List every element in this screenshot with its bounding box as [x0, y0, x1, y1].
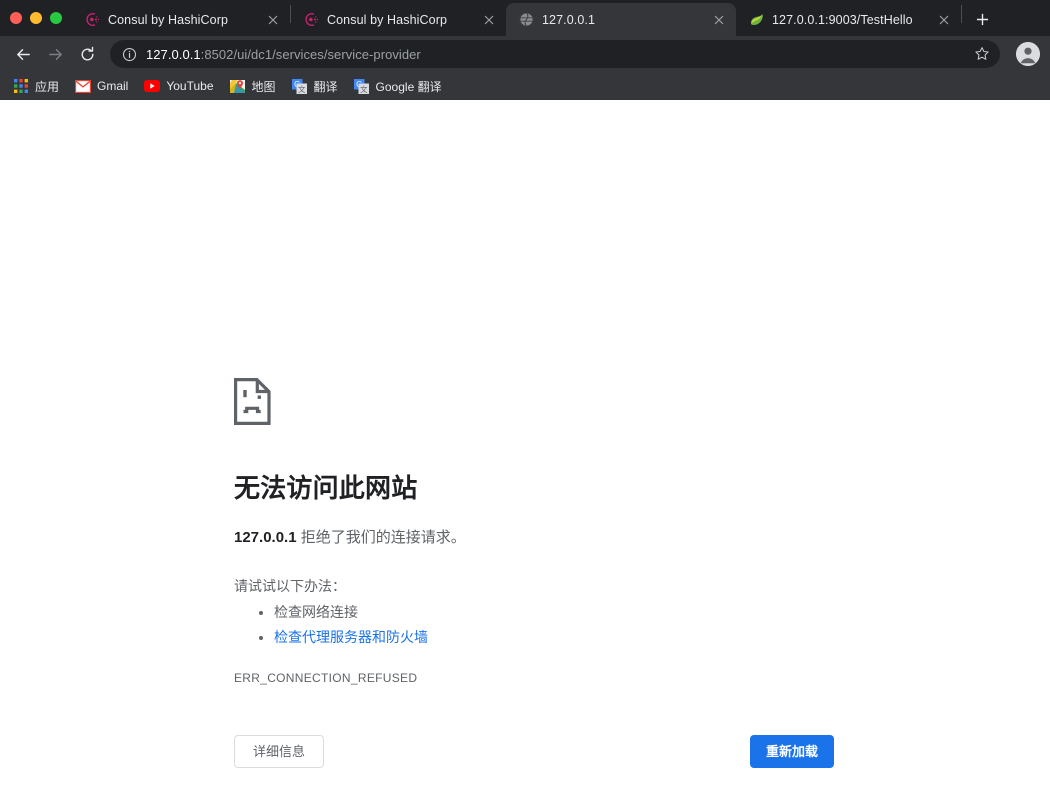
browser-tab-1[interactable]: Consul by HashiCorp: [72, 3, 290, 36]
bookmark-label: YouTube: [166, 79, 214, 93]
svg-text:文: 文: [298, 83, 306, 93]
bookmark-star-icon[interactable]: [970, 46, 994, 62]
tab-title: 127.0.0.1:9003/TestHello: [772, 12, 913, 27]
proxy-firewall-link[interactable]: 检查代理服务器和防火墙: [274, 629, 428, 645]
window-close-button[interactable]: [10, 12, 22, 24]
error-button-row: 详细信息 重新加载: [234, 735, 834, 769]
suggestions-list: 检查网络连接 检查代理服务器和防火墙: [234, 600, 834, 649]
info-circle-icon[interactable]: [120, 47, 138, 62]
tab-close-button[interactable]: [710, 11, 728, 29]
bookmark-maps[interactable]: 地图: [223, 75, 283, 98]
bookmark-label: 地图: [251, 79, 276, 94]
address-bar-text: 127.0.0.1:8502/ui/dc1/services/service-p…: [146, 47, 970, 62]
bookmark-google-translate[interactable]: G 文 Google 翻译: [347, 75, 449, 98]
profile-avatar[interactable]: [1016, 42, 1040, 66]
globe-icon: [518, 12, 534, 28]
tab-strip: Consul by HashiCorp Consul by HashiCorp …: [0, 0, 1050, 36]
maps-icon: [230, 78, 246, 94]
tab-title: Consul by HashiCorp: [327, 12, 448, 27]
error-page: 无法访问此网站 127.0.0.1 拒绝了我们的连接请求。 请试试以下办法： 检…: [234, 378, 834, 769]
tab-separator: [961, 5, 962, 23]
bookmark-label: 应用: [35, 79, 60, 94]
bookmarks-bar: 应用 Gmail YouTube 地图 文 翻译 文 Google 翻译: [0, 72, 1050, 100]
suggestions-title: 请试试以下办法：: [234, 578, 346, 594]
consul-icon: [84, 12, 100, 28]
tab-close-button[interactable]: [480, 11, 498, 29]
youtube-icon: [144, 78, 161, 94]
bookmark-youtube[interactable]: YouTube: [137, 75, 220, 97]
list-item[interactable]: 检查代理服务器和防火墙: [274, 625, 834, 650]
forward-button[interactable]: [40, 39, 70, 69]
address-bar-host: 127.0.0.1: [146, 46, 201, 62]
tab-title: 127.0.0.1: [542, 12, 596, 27]
translate-icon: G 文: [354, 78, 370, 94]
window-maximize-button[interactable]: [50, 12, 62, 24]
browser-tab-2[interactable]: Consul by HashiCorp: [291, 3, 506, 36]
bookmark-gmail[interactable]: Gmail: [68, 75, 135, 97]
reload-page-button[interactable]: 重新加载: [749, 735, 834, 769]
bookmark-translate[interactable]: G 文 翻译: [285, 75, 345, 98]
spring-leaf-icon: [748, 12, 764, 28]
reload-button[interactable]: [72, 39, 102, 69]
tab-title: Consul by HashiCorp: [108, 12, 229, 27]
svg-text:文: 文: [360, 83, 368, 93]
address-bar[interactable]: 127.0.0.1:8502/ui/dc1/services/service-p…: [110, 40, 1000, 68]
error-summary-host: 127.0.0.1: [234, 528, 297, 546]
browser-chrome: Consul by HashiCorp Consul by HashiCorp …: [0, 0, 1050, 100]
consul-icon: [303, 12, 319, 28]
tab-close-button[interactable]: [935, 11, 953, 29]
translate-icon: G 文: [292, 78, 308, 94]
page-content: 无法访问此网站 127.0.0.1 拒绝了我们的连接请求。 请试试以下办法： 检…: [0, 100, 1050, 791]
new-tab-button[interactable]: [968, 5, 996, 33]
window-controls: [0, 0, 72, 36]
bookmark-apps[interactable]: 应用: [6, 75, 66, 98]
browser-toolbar: 127.0.0.1:8502/ui/dc1/services/service-p…: [0, 36, 1050, 72]
address-bar-path: :8502/ui/dc1/services/service-provider: [200, 46, 421, 62]
bookmark-label: 翻译: [313, 79, 338, 94]
browser-tab-3[interactable]: 127.0.0.1: [506, 3, 736, 36]
error-summary-rest: 拒绝了我们的连接请求。: [296, 528, 466, 546]
details-button[interactable]: 详细信息: [234, 735, 325, 769]
page-title: 无法访问此网站: [234, 473, 418, 503]
window-minimize-button[interactable]: [30, 12, 42, 24]
bookmark-label: Gmail: [97, 79, 129, 93]
suggestion-text: 检查网络连接: [274, 604, 358, 621]
error-summary: 127.0.0.1 拒绝了我们的连接请求。: [234, 527, 834, 550]
browser-tab-4[interactable]: 127.0.0.1:9003/TestHello: [736, 3, 961, 36]
apps-grid-icon: [13, 78, 29, 94]
list-item: 检查网络连接: [274, 600, 834, 625]
back-button[interactable]: [8, 39, 38, 69]
error-code: ERR_CONNECTION_REFUSED: [234, 671, 418, 686]
gmail-icon: [75, 78, 92, 94]
tab-close-button[interactable]: [264, 11, 282, 29]
sad-page-icon: [234, 378, 834, 430]
bookmark-label: Google 翻译: [375, 79, 442, 94]
